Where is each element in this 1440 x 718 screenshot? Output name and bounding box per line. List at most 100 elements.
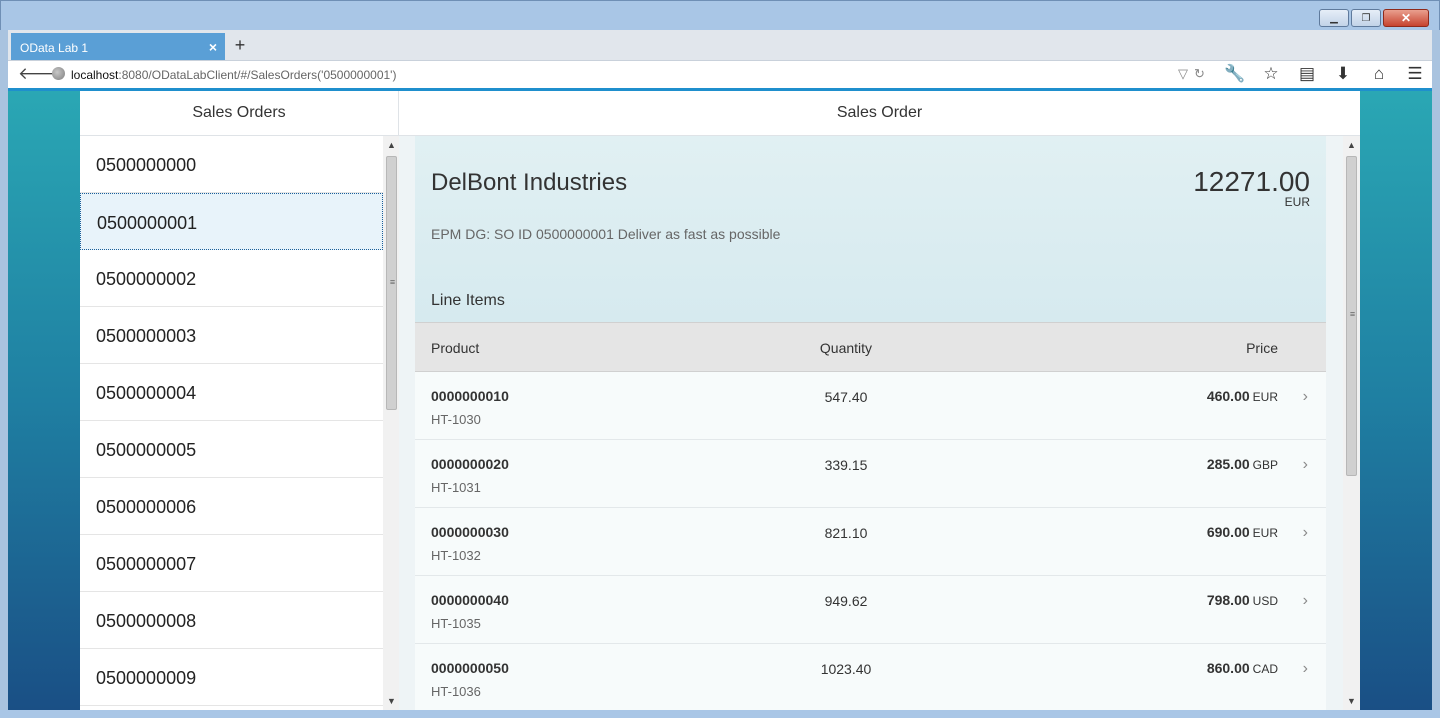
home-icon[interactable]: ⌂ (1368, 64, 1390, 84)
item-id: 0000000040 (431, 592, 509, 608)
table-row[interactable]: 0000000030 HT-1032 821.10 690.00 EUR › (415, 508, 1326, 576)
item-id: 0000000020 (431, 456, 509, 472)
tab-strip: OData Lab 1 × + (8, 30, 1432, 60)
master-title: Sales Orders (80, 91, 398, 136)
list-item[interactable]: 0500000007 (80, 535, 383, 592)
product-id: HT-1036 (431, 684, 481, 699)
window-bottom-frame (0, 710, 1440, 718)
master-scrollbar[interactable]: ▲ ≡ ▼ (383, 136, 400, 710)
price-currency: EUR (1252, 526, 1278, 540)
star-icon[interactable]: ☆ (1260, 64, 1282, 84)
list-item[interactable]: 0500000003 (80, 307, 383, 364)
order-amount: 12271.00 (1193, 166, 1310, 197)
navigation-bar: 🡐 localhost:8080/ODataLabClient/#/SalesO… (8, 60, 1432, 88)
window-controls: ▁ ❐ ✕ (1319, 9, 1429, 27)
price-currency: GBP (1252, 458, 1278, 472)
product-id: HT-1032 (431, 548, 481, 563)
list-item[interactable]: 0500000006 (80, 478, 383, 535)
scrollbar-thumb[interactable]: ≡ (386, 156, 397, 410)
url-controls: ▽ ↻ (1178, 66, 1205, 82)
item-price: 285.00 GBP (1207, 456, 1278, 472)
list-item[interactable]: 0500000004 (80, 364, 383, 421)
item-price: 798.00 USD (1207, 592, 1278, 608)
master-pane: Sales Orders 0500000000 0500000001 05000… (80, 91, 400, 710)
url-host: localhost (71, 68, 119, 82)
grip-icon: ≡ (389, 277, 396, 287)
address-bar[interactable]: localhost:8080/ODataLabClient/#/SalesOrd… (71, 68, 396, 82)
column-quantity: Quantity (819, 340, 873, 356)
table-row[interactable]: 0000000010 HT-1030 547.40 460.00 EUR › (415, 372, 1326, 440)
new-tab-button[interactable]: + (230, 35, 250, 56)
wrench-icon[interactable]: 🔧 (1224, 64, 1246, 84)
column-product: Product (431, 340, 480, 356)
price-value: 285.00 (1206, 456, 1250, 472)
reading-list-icon[interactable]: ▤ (1296, 64, 1318, 84)
reload-icon[interactable]: ↻ (1194, 66, 1205, 82)
scroll-up-icon[interactable]: ▲ (383, 140, 400, 150)
tab-close-icon[interactable]: × (209, 39, 217, 55)
column-price: Price (1246, 340, 1278, 356)
scroll-up-icon[interactable]: ▲ (1343, 140, 1360, 150)
table-row[interactable]: 0000000040 HT-1035 949.62 798.00 USD › (415, 576, 1326, 644)
company-name: DelBont Industries (431, 169, 628, 196)
detail-title: Sales Order (399, 91, 1360, 136)
order-currency: EUR (1284, 195, 1310, 209)
price-value: 690.00 (1206, 524, 1250, 540)
list-item[interactable]: 0500000002 (80, 250, 383, 307)
window-titlebar: ▁ ❐ ✕ (0, 0, 1440, 30)
url-path: :8080/ODataLabClient/#/SalesOrders('0500… (118, 68, 397, 82)
dropdown-icon[interactable]: ▽ (1178, 66, 1188, 82)
detail-pane: Sales Order DelBont Industries 12271.00 … (399, 91, 1360, 710)
line-items-table: Product Quantity Price 0000000010 HT-103… (415, 322, 1326, 710)
item-price: 690.00 EUR (1207, 524, 1278, 540)
table-header: Product Quantity Price (415, 322, 1326, 372)
chevron-right-icon[interactable]: › (1303, 524, 1308, 542)
item-quantity: 1023.40 (820, 661, 872, 677)
chevron-right-icon[interactable]: › (1303, 660, 1308, 678)
item-quantity: 949.62 (824, 593, 868, 609)
price-value: 798.00 (1206, 592, 1250, 608)
scroll-down-icon[interactable]: ▼ (1343, 696, 1360, 706)
page-background: Sales Orders 0500000000 0500000001 05000… (8, 91, 1432, 710)
close-window-button[interactable]: ✕ (1383, 9, 1429, 27)
list-item[interactable]: 0500000008 (80, 592, 383, 649)
scrollbar-thumb[interactable]: ≡ (1346, 156, 1357, 476)
price-currency: EUR (1252, 390, 1278, 404)
list-item[interactable]: 0500000000 (80, 136, 383, 193)
scroll-down-icon[interactable]: ▼ (383, 696, 400, 706)
product-id: HT-1035 (431, 616, 481, 631)
table-row[interactable]: 0000000050 HT-1036 1023.40 860.00 CAD › (415, 644, 1326, 710)
item-price: 860.00 CAD (1207, 660, 1278, 676)
list-item[interactable]: 0500000009 (80, 649, 383, 706)
chevron-right-icon[interactable]: › (1303, 592, 1308, 610)
product-id: HT-1031 (431, 480, 481, 495)
item-id: 0000000010 (431, 388, 509, 404)
download-icon[interactable]: ⬇ (1332, 64, 1354, 84)
list-item-selected[interactable]: 0500000001 (80, 193, 383, 250)
table-row[interactable]: 0000000020 HT-1031 339.15 285.00 GBP › (415, 440, 1326, 508)
globe-icon (52, 67, 65, 80)
item-id: 0000000030 (431, 524, 509, 540)
tab-odata-lab[interactable]: OData Lab 1 × (11, 33, 225, 60)
item-quantity: 339.15 (824, 457, 868, 473)
detail-scrollbar[interactable]: ▲ ≡ ▼ (1343, 136, 1360, 710)
chevron-right-icon[interactable]: › (1303, 456, 1308, 474)
order-note: EPM DG: SO ID 0500000001 Deliver as fast… (431, 226, 781, 242)
price-currency: USD (1252, 594, 1278, 608)
browser-toolbar: 🔧 ☆ ▤ ⬇ ⌂ ☰ (1224, 64, 1426, 84)
tab-title: OData Lab 1 (20, 41, 89, 55)
app-shell: Sales Orders 0500000000 0500000001 05000… (80, 91, 1360, 710)
chevron-right-icon[interactable]: › (1303, 388, 1308, 406)
list-item[interactable]: 0500000005 (80, 421, 383, 478)
grip-icon: ≡ (1349, 309, 1356, 319)
product-id: HT-1030 (431, 412, 481, 427)
object-header: DelBont Industries 12271.00 EUR EPM DG: … (415, 136, 1326, 322)
sales-orders-list: 0500000000 0500000001 0500000002 0500000… (80, 136, 383, 710)
menu-icon[interactable]: ☰ (1404, 64, 1426, 84)
item-price: 460.00 EUR (1207, 388, 1278, 404)
item-id: 0000000050 (431, 660, 509, 676)
item-quantity: 821.10 (824, 525, 868, 541)
maximize-button[interactable]: ❐ (1351, 9, 1381, 27)
price-currency: CAD (1252, 662, 1278, 676)
minimize-button[interactable]: ▁ (1319, 9, 1349, 27)
